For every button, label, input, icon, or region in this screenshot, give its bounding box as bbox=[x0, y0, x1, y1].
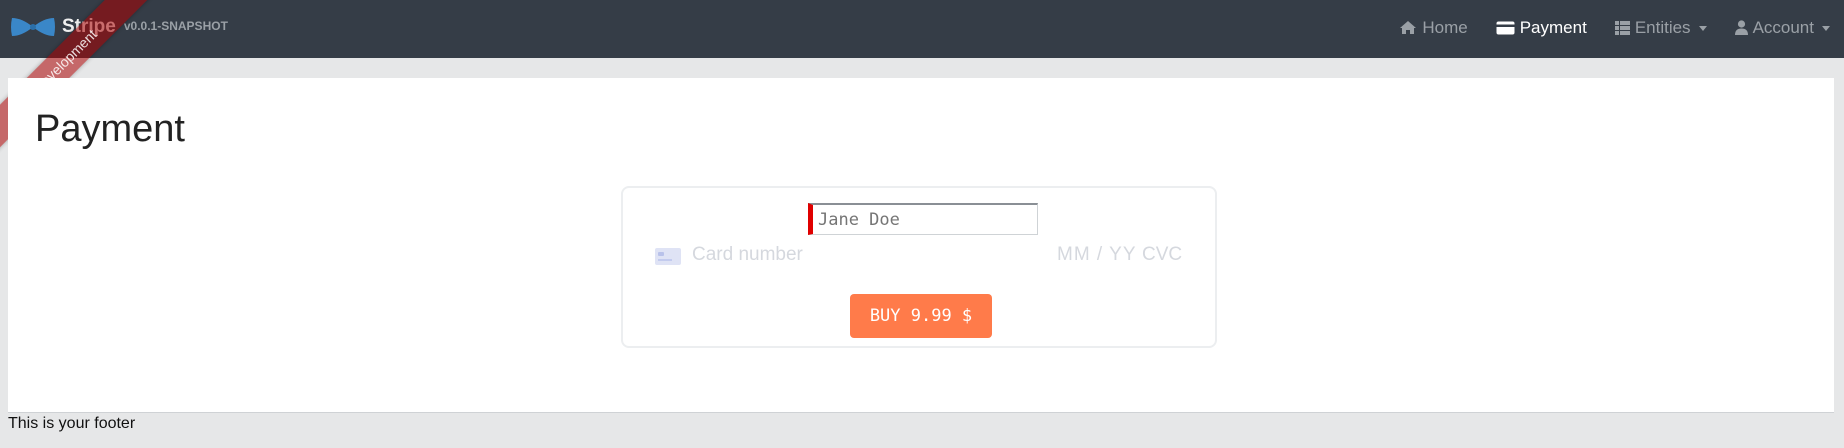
buy-button[interactable]: BUY 9.99 $ bbox=[850, 294, 992, 338]
footer-text: This is your footer bbox=[8, 415, 136, 432]
page-title: Payment bbox=[35, 108, 185, 150]
nav-item-account[interactable]: Account bbox=[1721, 0, 1844, 55]
navbar: Stripe v0.0.1-SNAPSHOT Home Payment Enti… bbox=[0, 0, 1844, 58]
brand[interactable]: Stripe v0.0.1-SNAPSHOT bbox=[10, 14, 228, 40]
nav-item-label: Home bbox=[1422, 17, 1468, 37]
card-number-field[interactable]: Card number bbox=[692, 244, 803, 266]
card-cvc-field[interactable]: CVC bbox=[1142, 244, 1182, 266]
brand-version: v0.0.1-SNAPSHOT bbox=[123, 19, 228, 33]
nav-item-payment[interactable]: Payment bbox=[1482, 0, 1601, 55]
main-card: Payment Card number MM / YY CVC BUY 9.99… bbox=[8, 78, 1834, 412]
chevron-down-icon bbox=[1698, 26, 1707, 31]
main-nav: Home Payment Entities Account bbox=[1385, 0, 1844, 55]
list-icon bbox=[1614, 20, 1630, 35]
brand-title: Stripe bbox=[62, 16, 116, 37]
nav-item-label: Entities bbox=[1634, 17, 1691, 37]
user-icon bbox=[1734, 20, 1748, 35]
credit-card-icon bbox=[655, 248, 681, 265]
nav-item-label: Account bbox=[1752, 17, 1814, 37]
home-icon bbox=[1400, 21, 1417, 34]
bowtie-logo-icon bbox=[11, 18, 55, 36]
credit-card-icon bbox=[1496, 21, 1515, 34]
card-expiry-field[interactable]: MM / YY bbox=[1057, 244, 1137, 266]
cardholder-name-input[interactable] bbox=[808, 203, 1038, 235]
nav-item-home[interactable]: Home bbox=[1385, 0, 1481, 55]
footer-divider bbox=[8, 412, 1834, 413]
nav-item-entities[interactable]: Entities bbox=[1601, 0, 1721, 55]
chevron-down-icon bbox=[1822, 26, 1830, 31]
payment-form: Card number MM / YY CVC BUY 9.99 $ bbox=[621, 186, 1217, 348]
nav-item-label: Payment bbox=[1519, 17, 1587, 37]
